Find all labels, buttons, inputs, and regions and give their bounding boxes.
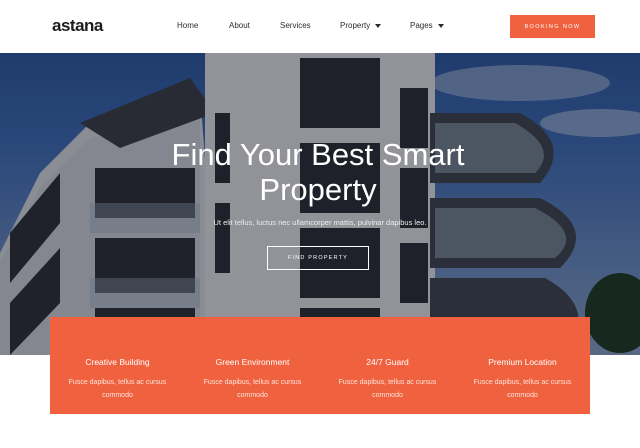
nav-item-label: Property (340, 21, 371, 30)
feature-card: Green Environment Fusce dapibus, tellus … (185, 317, 320, 414)
hero-subtitle: Ut elit tellus, luctus nec ullamcorper m… (213, 218, 427, 227)
hero-title-line: Find Your Best Smart (171, 137, 465, 172)
nav-item-label: Home (177, 21, 199, 30)
feature-description: Fusce dapibus, tellus ac cursus commodo (338, 379, 437, 399)
nav-item-home[interactable]: Home (177, 21, 198, 30)
nav-item-label: Services (280, 21, 311, 30)
feature-description: Fusce dapibus, tellus ac cursus commodo (473, 379, 572, 399)
feature-description: Fusce dapibus, tellus ac cursus commodo (203, 379, 302, 399)
feature-title: Premium Location (488, 357, 557, 367)
nav-item-label: About (229, 21, 250, 30)
top-navbar: astana Home About Services Property Page… (0, 0, 640, 53)
chevron-down-icon (437, 23, 444, 28)
site-logo[interactable]: astana (52, 16, 103, 36)
booking-now-button[interactable]: BOOKING NOW (510, 15, 595, 38)
nav-item-pages[interactable]: Pages (410, 21, 444, 30)
feature-title: 24/7 Guard (366, 357, 409, 367)
nav-item-services[interactable]: Services (280, 21, 311, 30)
find-property-button[interactable]: FIND PROPERTY (267, 246, 369, 270)
nav-item-about[interactable]: About (229, 21, 250, 30)
feature-title: Green Environment (215, 357, 290, 367)
feature-title: Creative Building (85, 357, 150, 367)
hero-title-line: Property (259, 172, 377, 207)
nav-item-label: Pages (410, 21, 433, 30)
feature-card: Creative Building Fusce dapibus, tellus … (50, 317, 185, 414)
feature-description: Fusce dapibus, tellus ac cursus commodo (68, 379, 167, 399)
hero-title: Find Your Best Smart Property (118, 137, 518, 207)
feature-card: Premium Location Fusce dapibus, tellus a… (455, 317, 590, 414)
feature-card: 24/7 Guard Fusce dapibus, tellus ac curs… (320, 317, 455, 414)
features-bar: Creative Building Fusce dapibus, tellus … (50, 317, 590, 414)
nav-item-property[interactable]: Property (340, 21, 382, 30)
chevron-down-icon (375, 23, 382, 28)
hero-section: Find Your Best Smart Property Ut elit te… (0, 53, 640, 355)
